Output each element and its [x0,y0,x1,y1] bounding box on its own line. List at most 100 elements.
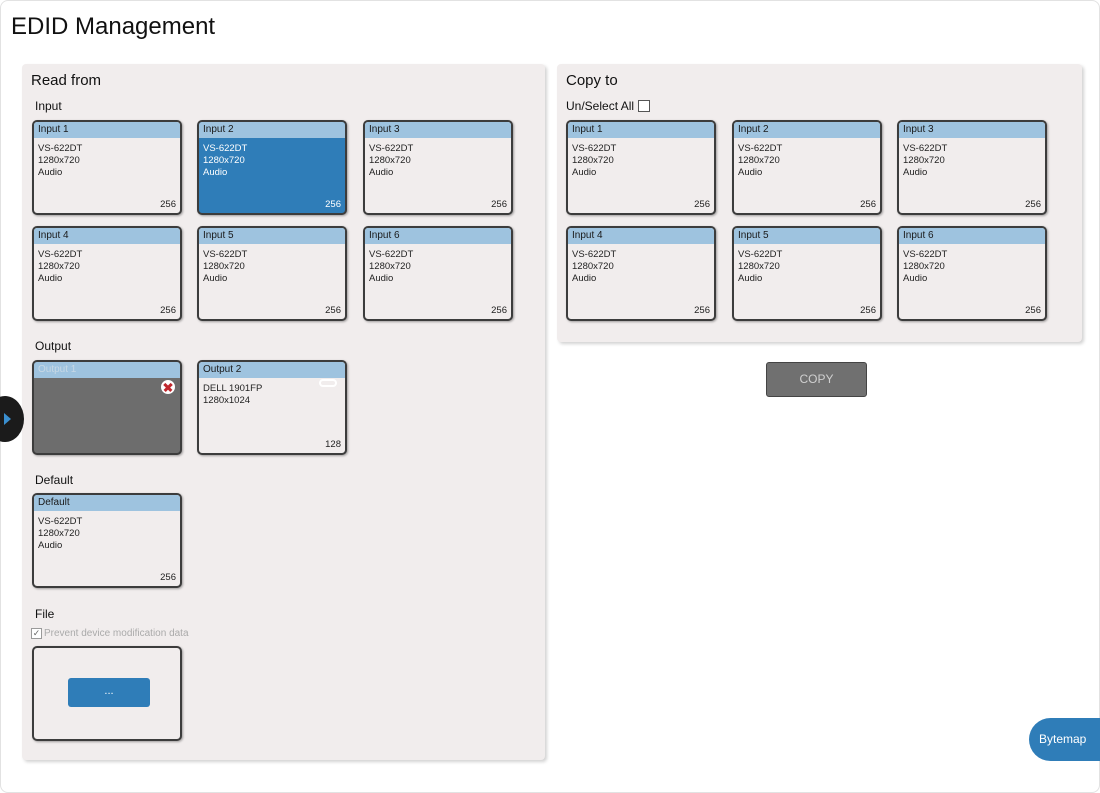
card-header: Input 1 [568,122,714,138]
prevent-modification-row: ✓ Prevent device modification data [31,628,189,639]
card-resolution: 1280x720 [903,155,945,166]
card-size: 256 [160,305,176,316]
copy-to-title: Copy to [566,72,618,89]
read-input-card-2[interactable]: Input 2 VS-622DT 1280x720 Audio 256 [197,120,347,215]
read-input-card-5[interactable]: Input 5 VS-622DT 1280x720 Audio 256 [197,226,347,321]
card-audio: Audio [738,167,763,178]
card-size: 256 [325,199,341,210]
copy-target-card-4[interactable]: Input 4 VS-622DT 1280x720 Audio 256 [566,226,716,321]
card-resolution: 1280x720 [203,261,245,272]
card-size: 256 [491,305,507,316]
card-device: VS-622DT [369,143,414,154]
card-size: 256 [694,305,710,316]
copy-target-card-1[interactable]: Input 1 VS-622DT 1280x720 Audio 256 [566,120,716,215]
card-size: 256 [860,199,876,210]
card-device: VS-622DT [369,249,414,260]
copy-button[interactable]: COPY [766,362,867,397]
card-header: Input 6 [899,228,1045,244]
copy-target-card-6[interactable]: Input 6 VS-622DT 1280x720 Audio 256 [897,226,1047,321]
unselect-all-checkbox[interactable] [638,100,651,112]
card-audio: Audio [903,273,928,284]
card-resolution: 1280x720 [738,261,780,272]
card-device: VS-622DT [203,249,248,260]
card-header: Input 5 [199,228,345,244]
card-header: Input 5 [734,228,880,244]
card-size: 128 [325,439,341,450]
card-header: Input 2 [734,122,880,138]
file-section-label: File [35,607,55,621]
unselect-all-row: Un/Select All [566,99,651,113]
default-card[interactable]: Default VS-622DT 1280x720 Audio 256 [32,493,182,588]
card-resolution: 1280x1024 [203,395,251,406]
card-size: 256 [160,199,176,210]
prevent-modification-label: Prevent device modification data [44,628,189,639]
card-header: Input 3 [899,122,1045,138]
card-device: VS-622DT [738,249,783,260]
card-audio: Audio [572,167,597,178]
card-resolution: 1280x720 [38,528,80,539]
disconnected-x-icon [161,380,175,394]
output-section-label: Output [35,339,72,353]
card-header: Output 2 [199,362,345,378]
card-resolution: 1280x720 [903,261,945,272]
read-input-card-4[interactable]: Input 4 VS-622DT 1280x720 Audio 256 [32,226,182,321]
card-device: VS-622DT [38,249,83,260]
default-section-label: Default [35,473,74,487]
card-resolution: 1280x720 [572,155,614,166]
card-resolution: 1280x720 [369,261,411,272]
card-header: Input 4 [34,228,180,244]
card-audio: Audio [203,273,228,284]
browse-file-button[interactable]: ... [68,678,150,707]
read-from-title: Read from [31,72,102,89]
card-header: Input 3 [365,122,511,138]
card-device: VS-622DT [738,143,783,154]
card-header: Default [34,495,180,511]
card-audio: Audio [572,273,597,284]
card-resolution: 1280x720 [738,155,780,166]
card-resolution: 1280x720 [38,261,80,272]
file-drop-box: ... [32,646,182,741]
card-size: 256 [1025,305,1041,316]
card-header: Input 6 [365,228,511,244]
card-header: Input 4 [568,228,714,244]
connected-link-icon [319,379,337,387]
card-device: VS-622DT [572,249,617,260]
card-resolution: 1280x720 [572,261,614,272]
read-output-card-2[interactable]: Output 2 DELL 1901FP 1280x1024 128 [197,360,347,455]
card-device: VS-622DT [572,143,617,154]
card-audio: Audio [38,540,63,551]
card-size: 256 [160,572,176,583]
card-audio: Audio [369,167,394,178]
card-size: 256 [1025,199,1041,210]
card-size: 256 [491,199,507,210]
card-size: 256 [325,305,341,316]
card-size: 256 [860,305,876,316]
read-output-card-1[interactable]: Output 1 [32,360,182,455]
card-resolution: 1280x720 [203,155,245,166]
card-resolution: 1280x720 [369,155,411,166]
card-header: Input 1 [34,122,180,138]
copy-target-card-5[interactable]: Input 5 VS-622DT 1280x720 Audio 256 [732,226,882,321]
card-audio: Audio [369,273,394,284]
card-audio: Audio [738,273,763,284]
chevron-right-icon [4,413,11,425]
copy-target-card-2[interactable]: Input 2 VS-622DT 1280x720 Audio 256 [732,120,882,215]
prevent-modification-checkbox[interactable]: ✓ [31,628,42,639]
input-section-label: Input [35,99,62,113]
card-resolution: 1280x720 [38,155,80,166]
card-device: VS-622DT [903,143,948,154]
bytemap-button[interactable]: Bytemap [1029,718,1100,761]
card-device: VS-622DT [38,516,83,527]
card-audio: Audio [38,167,63,178]
page-title: EDID Management [11,13,216,40]
copy-target-card-3[interactable]: Input 3 VS-622DT 1280x720 Audio 256 [897,120,1047,215]
card-device: VS-622DT [903,249,948,260]
card-header: Input 2 [199,122,345,138]
card-device: VS-622DT [38,143,83,154]
read-input-card-1[interactable]: Input 1 VS-622DT 1280x720 Audio 256 [32,120,182,215]
unselect-all-label: Un/Select All [566,99,635,113]
card-size: 256 [694,199,710,210]
card-device: VS-622DT [203,143,248,154]
read-input-card-3[interactable]: Input 3 VS-622DT 1280x720 Audio 256 [363,120,513,215]
read-input-card-6[interactable]: Input 6 VS-622DT 1280x720 Audio 256 [363,226,513,321]
